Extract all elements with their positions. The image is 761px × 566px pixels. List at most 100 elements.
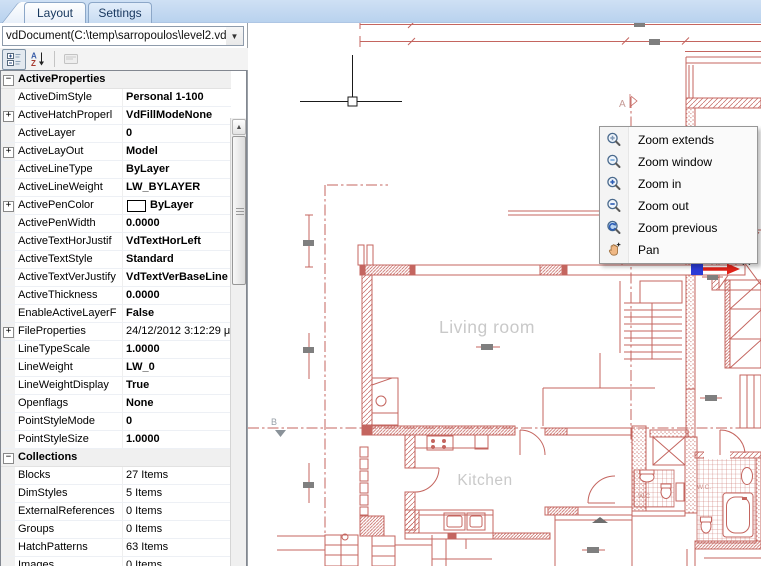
toolbar-separator bbox=[54, 51, 55, 67]
property-value[interactable]: 27 Items bbox=[123, 467, 231, 484]
property-value[interactable]: 0.0000 bbox=[123, 287, 231, 304]
living-room-label: Living room bbox=[439, 317, 535, 337]
row-gutter bbox=[1, 125, 15, 142]
menu-item-zoom-window[interactable]: Zoom window bbox=[600, 151, 757, 173]
menu-item-zoom-previous[interactable]: Zoom previous bbox=[600, 217, 757, 239]
row-gutter: − bbox=[1, 71, 15, 88]
property-row-ActiveLayer[interactable]: ActiveLayer 0 bbox=[1, 125, 231, 143]
property-row-ActiveThickness[interactable]: ActiveThickness 0.0000 bbox=[1, 287, 231, 305]
pen-color-swatch bbox=[127, 200, 146, 212]
tab-layout[interactable]: Layout bbox=[24, 2, 86, 23]
property-value-text: False bbox=[126, 307, 155, 319]
property-value[interactable]: 0.0000 bbox=[123, 215, 231, 232]
collapse-minus-icon[interactable]: − bbox=[3, 453, 14, 464]
property-row-Openflags[interactable]: Openflags None bbox=[1, 395, 231, 413]
property-name: ActiveTextStyle bbox=[15, 251, 123, 268]
property-row-ActiveDimStyle[interactable]: ActiveDimStyle Personal 1-100 bbox=[1, 89, 231, 107]
property-row-ActiveLineType[interactable]: ActiveLineType ByLayer bbox=[1, 161, 231, 179]
property-row-ActiveHatchProperl[interactable]: + ActiveHatchProperl VdFillModeNone bbox=[1, 107, 231, 125]
menu-item-label: Zoom in bbox=[638, 177, 682, 191]
floorplan-svg: A B Living room Kitchen W.C W.C. X Y bbox=[248, 23, 761, 566]
combo-dropdown-icon[interactable]: ▼ bbox=[226, 27, 243, 45]
property-value[interactable]: VdFillModeNone bbox=[123, 107, 231, 124]
wc-large-label: W.C. bbox=[697, 484, 711, 491]
property-name: LineWeightDisplay bbox=[15, 377, 123, 394]
alphabetical-sort-button[interactable]: A Z bbox=[26, 49, 50, 70]
property-row-ActivePenColor[interactable]: + ActivePenColor ByLayer bbox=[1, 197, 231, 215]
property-value[interactable]: 0 bbox=[123, 413, 231, 430]
property-value[interactable]: LW_BYLAYER bbox=[123, 179, 231, 196]
property-grid[interactable]: − ActiveProperties ActiveDimStyle Personal … bbox=[0, 70, 247, 566]
expand-plus-icon[interactable]: + bbox=[3, 201, 14, 212]
property-row-HatchPatterns[interactable]: HatchPatterns 63 Items bbox=[1, 539, 231, 557]
property-row-LineTypeScale[interactable]: LineTypeScale 1.0000 bbox=[1, 341, 231, 359]
property-row-ActiveLineWeight[interactable]: ActiveLineWeight LW_BYLAYER bbox=[1, 179, 231, 197]
property-value[interactable]: Model bbox=[123, 143, 231, 160]
category-row-collections[interactable]: − Collections bbox=[1, 449, 231, 467]
property-value[interactable]: ByLayer bbox=[123, 161, 231, 178]
property-value[interactable]: 1.0000 bbox=[123, 341, 231, 358]
menu-item-zoom-out[interactable]: Zoom out bbox=[600, 195, 757, 217]
property-value[interactable]: 5 Items bbox=[123, 485, 231, 502]
property-value[interactable]: Personal 1-100 bbox=[123, 89, 231, 106]
collapse-minus-icon[interactable]: − bbox=[3, 75, 14, 86]
property-row-ActiveTextHorJustif[interactable]: ActiveTextHorJustif VdTextHorLeft bbox=[1, 233, 231, 251]
property-row-Images[interactable]: Images 0 Items bbox=[1, 557, 231, 566]
property-name: ActiveThickness bbox=[15, 287, 123, 304]
property-value[interactable]: 0 Items bbox=[123, 503, 231, 520]
property-value[interactable]: ByLayer bbox=[123, 197, 231, 214]
property-value-text: None bbox=[126, 397, 154, 409]
property-row-EnableActiveLayerF[interactable]: EnableActiveLayerF False bbox=[1, 305, 231, 323]
categorized-button[interactable] bbox=[2, 48, 26, 70]
property-row-ActiveTextStyle[interactable]: ActiveTextStyle Standard bbox=[1, 251, 231, 269]
property-row-FileProperties[interactable]: + FileProperties 24/12/2012 3:12:29 μμ bbox=[1, 323, 231, 341]
property-row-ExternalReferences[interactable]: ExternalReferences 0 Items bbox=[1, 503, 231, 521]
vertical-scrollbar[interactable]: ▲ ▼ bbox=[230, 118, 246, 566]
property-value[interactable]: 0 Items bbox=[123, 557, 231, 566]
property-row-ActiveLayOut[interactable]: + ActiveLayOut Model bbox=[1, 143, 231, 161]
row-gutter bbox=[1, 485, 15, 502]
property-row-LineWeightDisplay[interactable]: LineWeightDisplay True bbox=[1, 377, 231, 395]
expand-plus-icon[interactable]: + bbox=[3, 111, 14, 122]
property-row-PointStyleSize[interactable]: PointStyleSize 1.0000 bbox=[1, 431, 231, 449]
property-value[interactable]: False bbox=[123, 305, 231, 322]
property-pages-button[interactable] bbox=[59, 49, 83, 70]
property-name: ActivePenColor bbox=[15, 197, 123, 214]
property-row-Groups[interactable]: Groups 0 Items bbox=[1, 521, 231, 539]
menu-item-pan[interactable]: Pan bbox=[600, 239, 757, 261]
scroll-up-button[interactable]: ▲ bbox=[232, 119, 246, 135]
property-value[interactable]: LW_0 bbox=[123, 359, 231, 376]
property-value[interactable]: 24/12/2012 3:12:29 μμ bbox=[123, 323, 231, 340]
property-name: ExternalReferences bbox=[15, 503, 123, 520]
expand-plus-icon[interactable]: + bbox=[3, 327, 14, 338]
row-gutter: + bbox=[1, 323, 15, 340]
property-value[interactable]: VdTextVerBaseLine bbox=[123, 269, 231, 286]
property-value[interactable]: None bbox=[123, 395, 231, 412]
property-row-ActivePenWidth[interactable]: ActivePenWidth 0.0000 bbox=[1, 215, 231, 233]
property-row-DimStyles[interactable]: DimStyles 5 Items bbox=[1, 485, 231, 503]
menu-item-zoom-extends[interactable]: Zoom extends bbox=[600, 129, 757, 151]
property-value[interactable]: VdTextHorLeft bbox=[123, 233, 231, 250]
scrollbar-thumb[interactable] bbox=[232, 136, 246, 285]
property-value[interactable]: 0 bbox=[123, 125, 231, 142]
menu-item-label: Zoom window bbox=[638, 155, 713, 169]
property-row-LineWeight[interactable]: LineWeight LW_0 bbox=[1, 359, 231, 377]
property-value[interactable]: Standard bbox=[123, 251, 231, 268]
property-row-PointStyleMode[interactable]: PointStyleMode 0 bbox=[1, 413, 231, 431]
row-gutter bbox=[1, 161, 15, 178]
property-value[interactable]: 63 Items bbox=[123, 539, 231, 556]
property-value[interactable]: 0 Items bbox=[123, 521, 231, 538]
document-selector-combobox[interactable]: vdDocument(C:\temp\sarropoulos\level2.vd… bbox=[2, 26, 244, 46]
application-window: Layout Settings vdDocument(C:\temp\sarrop… bbox=[0, 0, 761, 566]
expand-plus-icon[interactable]: + bbox=[3, 147, 14, 158]
property-row-ActiveTextVerJustify[interactable]: ActiveTextVerJustify VdTextVerBaseLine bbox=[1, 269, 231, 287]
property-value[interactable]: True bbox=[123, 377, 231, 394]
tab-settings[interactable]: Settings bbox=[88, 2, 152, 23]
drawing-canvas[interactable]: A B Living room Kitchen W.C W.C. X Y bbox=[248, 23, 761, 566]
category-row-activeproperties[interactable]: − ActiveProperties bbox=[1, 71, 231, 89]
row-gutter bbox=[1, 305, 15, 322]
row-gutter bbox=[1, 233, 15, 250]
property-value[interactable]: 1.0000 bbox=[123, 431, 231, 448]
property-row-Blocks[interactable]: Blocks 27 Items bbox=[1, 467, 231, 485]
menu-item-zoom-in[interactable]: Zoom in bbox=[600, 173, 757, 195]
